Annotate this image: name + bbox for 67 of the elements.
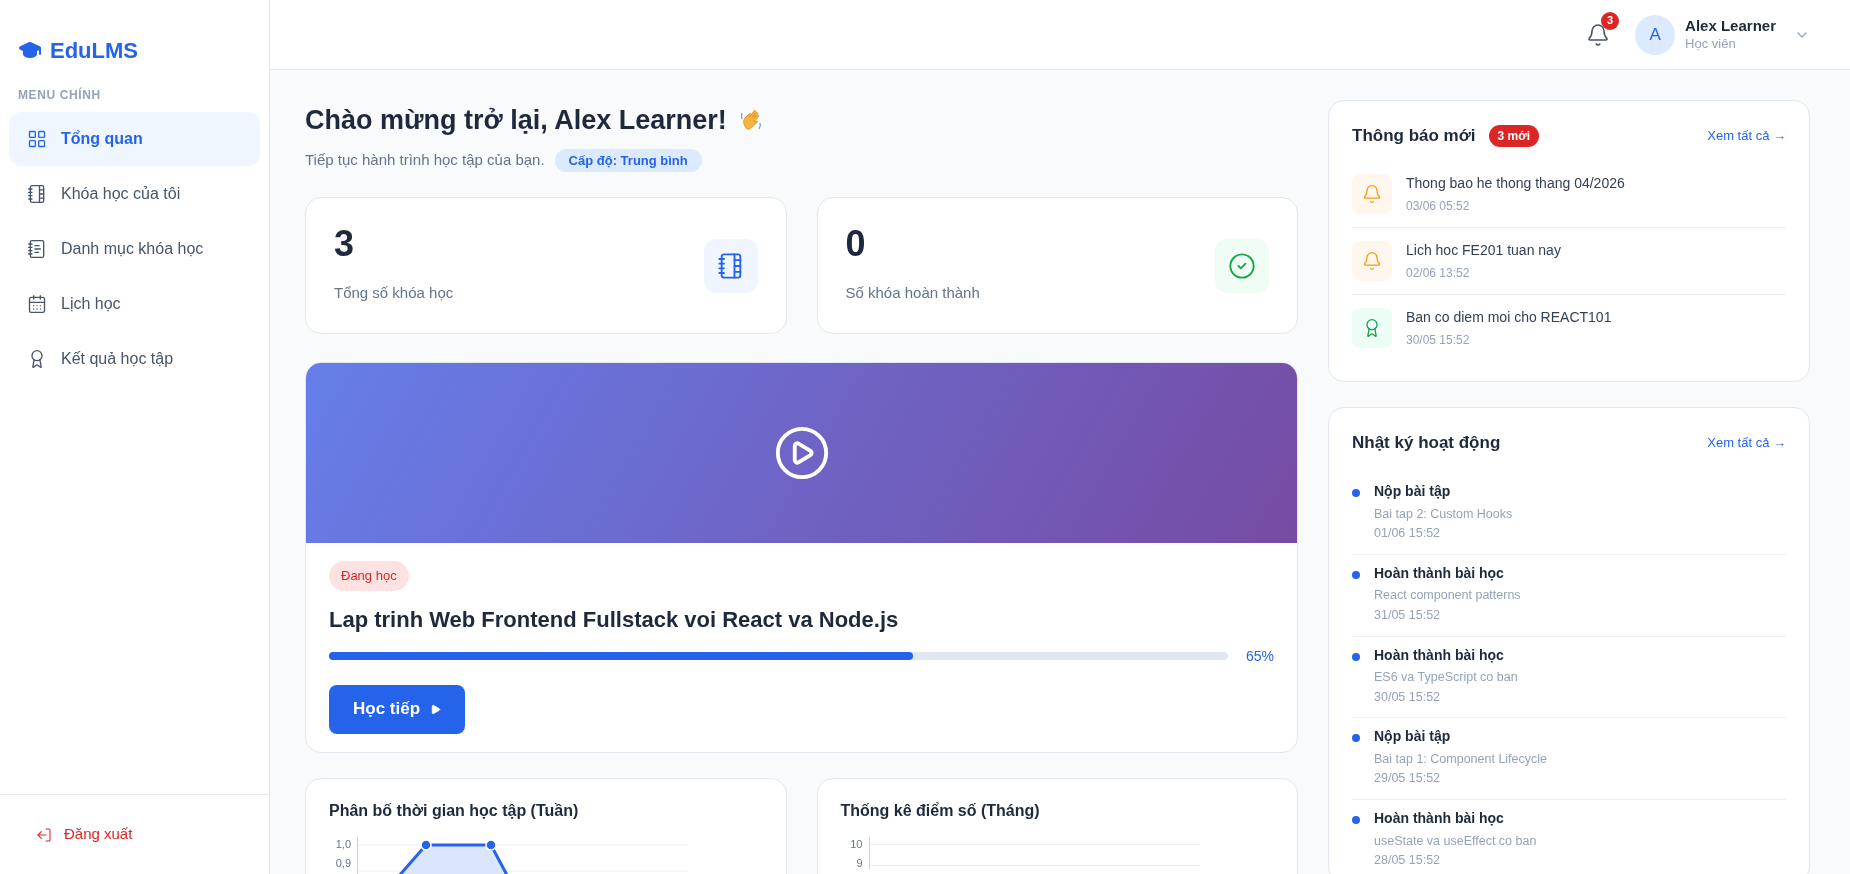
nav-item[interactable]: Kết quả học tập [9,332,260,386]
welcome-subtitle: Tiếp tục hành trình học tập của bạn. [305,150,545,170]
axis-tick: 9 [856,857,863,869]
stat-value: 3 [334,226,356,263]
stat-label: Tổng số khóa học [334,283,454,304]
activity-time: 29/05 15:52 [1374,771,1442,787]
chart-title: Phân bố thời gian học tập (Tuần) [329,800,580,821]
play-icon [430,703,442,715]
axis-tick: 0,9 [335,857,351,869]
activity-time: 30/05 15:52 [1374,689,1442,706]
axis-tick: 10 [850,838,863,850]
user-role: Học viên [1685,35,1736,52]
new-count-badge: 3 mới [1488,124,1540,147]
nav-item[interactable]: Danh mục khóa học [9,222,260,276]
avatar: A [1635,14,1676,55]
logout-icon [36,826,52,843]
logout-link[interactable]: Đăng xuất [36,823,133,846]
notification-text[interactable]: Thong bao he thong thang 04/2026 [1406,172,1625,194]
notebook-icon [27,184,47,204]
card-title: Thông báo mới [1352,125,1476,147]
notification-time: 30/05 15:52 [1406,331,1471,349]
brand-name: EduLMS [50,36,138,65]
notebook-list-icon [27,239,47,259]
activity-detail: Bai tap 2: Custom Hooks [1374,506,1513,523]
view-all-link[interactable]: Xem tất cả → [1707,432,1786,452]
bell-icon [1352,173,1392,214]
activity-detail: Bai tap 1: Component Lifecycle [1374,751,1548,768]
level-badge: Cấp độ: Trung bình [554,148,702,172]
user-name: Alex Learner [1685,17,1776,36]
notification-time: 03/06 05:52 [1406,197,1471,215]
course-title: Lap trinh Web Frontend Fullstack voi React va Node.js [329,605,900,634]
notification-time: 02/06 13:52 [1406,264,1471,282]
nav-item[interactable]: Khóa học của tôi [9,167,260,221]
axis-tick: 1,0 [335,838,351,850]
progress-percent: 65% [1245,646,1274,666]
activity-title: Nộp bài tập [1374,728,1452,746]
activity-detail: useState va useEffect co ban [1374,833,1537,850]
activity-detail: React component patterns [1374,588,1521,604]
activity-time: 28/05 15:52 [1374,853,1442,869]
notification-count: 3 [1601,11,1620,30]
notification-text[interactable]: Lich hoc FE201 tuan nay [1406,239,1561,261]
activity-title: Hoàn thành bài học [1374,810,1505,828]
activity-title: Hoàn thành bài học [1374,564,1505,583]
award-icon [1352,307,1392,348]
activity-title: Hoàn thành bài học [1374,646,1505,664]
activity-title: Nộp bài tập [1374,483,1452,501]
grid-icon [27,129,47,149]
menu-heading: MENU CHÍNH [17,86,102,104]
card-title: Nhật ký hoạt động [1352,431,1501,454]
user-menu[interactable]: A Alex Learner Học viên [1635,14,1810,55]
view-all-link[interactable]: Xem tất cả → [1707,126,1786,146]
stat-label: Số khóa hoàn thành [845,283,980,304]
nav-item[interactable]: Tổng quan [9,112,260,166]
continue-button[interactable]: Học tiếp [329,684,466,734]
activity-time: 31/05 15:52 [1374,607,1442,624]
bell-icon [1586,22,1611,47]
stat-value: 0 [845,226,867,263]
welcome-title: Chào mừng trở lại, Alex Learner! [305,104,727,137]
bell-icon [1352,240,1392,281]
notification-text[interactable]: Ban co diem moi cho REACT101 [1406,306,1612,328]
nav-item[interactable]: Lịch học [9,277,260,331]
calendar-icon [27,294,47,314]
status-badge: Đang học [329,561,409,591]
activity-detail: ES6 va TypeScript co ban [1374,670,1518,686]
notebook-icon [703,238,758,293]
activity-time: 01/06 15:52 [1374,526,1442,542]
chart-title: Thống kê điểm số (Tháng) [840,800,1041,821]
